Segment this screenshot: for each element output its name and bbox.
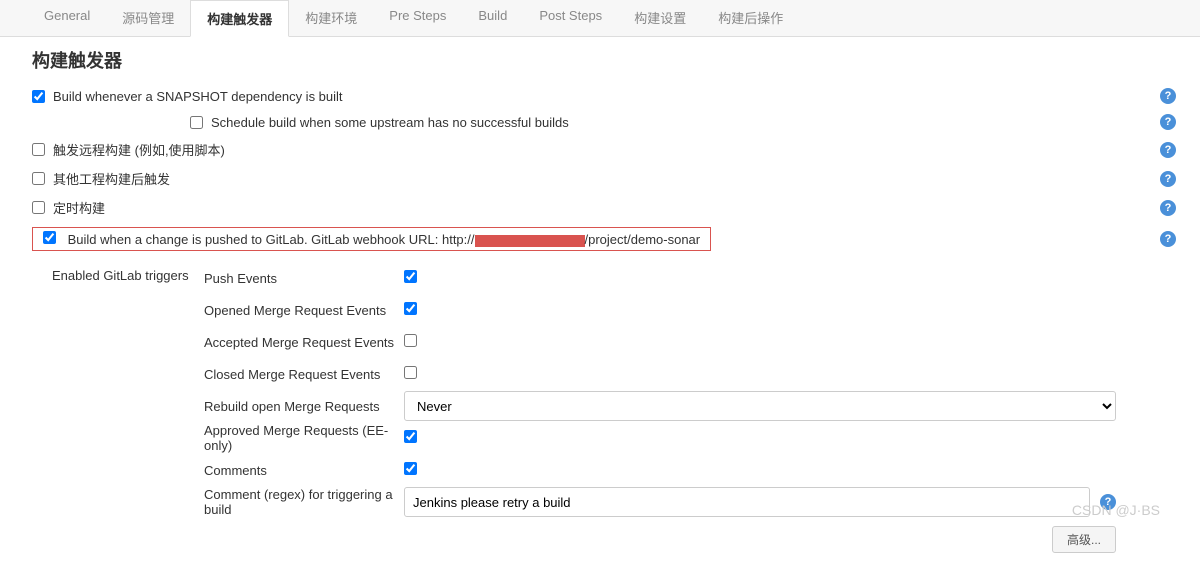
help-icon[interactable]: ?	[1160, 142, 1176, 158]
trigger-accepted-mr-label: Accepted Merge Request Events	[204, 335, 404, 350]
trigger-push: Push Events	[204, 262, 1176, 294]
input-comment-regex[interactable]	[404, 487, 1090, 517]
tab-build-env[interactable]: 构建环境	[289, 0, 373, 36]
tab-post-build[interactable]: 构建后操作	[702, 0, 799, 36]
checkbox-push[interactable]	[404, 270, 417, 283]
checkbox-timer[interactable]	[32, 201, 45, 214]
checkbox-gitlab[interactable]	[43, 231, 56, 244]
trigger-comments: Comments	[204, 454, 1176, 486]
trigger-comment-regex: Comment (regex) for triggering a build ?	[204, 486, 1176, 518]
advanced-row: 高级...	[204, 526, 1176, 553]
row-gitlab: Build when a change is pushed to GitLab.…	[32, 222, 1176, 256]
help-icon[interactable]: ?	[1160, 231, 1176, 247]
tab-build-settings[interactable]: 构建设置	[618, 0, 702, 36]
checkbox-approved-mr[interactable]	[404, 430, 417, 443]
enabled-triggers-section: Enabled GitLab triggers Push Events Open…	[32, 262, 1176, 553]
trigger-comment-regex-label: Comment (regex) for triggering a build	[204, 487, 404, 517]
row-snapshot: Build whenever a SNAPSHOT dependency is …	[32, 83, 1176, 109]
tab-post-steps[interactable]: Post Steps	[523, 0, 618, 36]
advanced-button[interactable]: 高级...	[1052, 526, 1116, 553]
trigger-opened-mr: Opened Merge Request Events	[204, 294, 1176, 326]
label-gitlab-suffix: /project/demo-sonar	[585, 232, 701, 247]
help-icon[interactable]: ?	[1160, 114, 1176, 130]
checkbox-schedule-upstream[interactable]	[190, 116, 203, 129]
checkbox-after[interactable]	[32, 172, 45, 185]
label-snapshot: Build whenever a SNAPSHOT dependency is …	[53, 89, 1160, 104]
trigger-rebuild-mr-label: Rebuild open Merge Requests	[204, 399, 404, 414]
enabled-triggers-label: Enabled GitLab triggers	[52, 262, 204, 553]
checkbox-remote[interactable]	[32, 143, 45, 156]
row-remote: 触发远程构建 (例如,使用脚本) ?	[32, 135, 1176, 164]
tab-general[interactable]: General	[28, 0, 106, 36]
checkbox-accepted-mr[interactable]	[404, 334, 417, 347]
select-rebuild-mr[interactable]: Never	[404, 391, 1116, 421]
checkbox-comments[interactable]	[404, 462, 417, 475]
label-gitlab-prefix: Build when a change is pushed to GitLab.…	[68, 232, 475, 247]
tab-scm[interactable]: 源码管理	[106, 0, 190, 36]
label-after: 其他工程构建后触发	[53, 169, 1160, 188]
trigger-push-label: Push Events	[204, 271, 404, 286]
config-tabs: General 源码管理 构建触发器 构建环境 Pre Steps Build …	[0, 0, 1200, 37]
gitlab-highlight: Build when a change is pushed to GitLab.…	[32, 227, 711, 251]
help-icon[interactable]: ?	[1160, 200, 1176, 216]
section-title: 构建触发器	[32, 47, 1176, 73]
row-after: 其他工程构建后触发 ?	[32, 164, 1176, 193]
row-schedule-upstream: Schedule build when some upstream has no…	[32, 109, 1176, 135]
trigger-accepted-mr: Accepted Merge Request Events	[204, 326, 1176, 358]
help-icon[interactable]: ?	[1100, 494, 1116, 510]
help-icon[interactable]: ?	[1160, 171, 1176, 187]
trigger-rebuild-mr: Rebuild open Merge Requests Never	[204, 390, 1176, 422]
help-icon[interactable]: ?	[1160, 88, 1176, 104]
row-timer: 定时构建 ?	[32, 193, 1176, 222]
redacted-url	[475, 235, 585, 247]
trigger-closed-mr: Closed Merge Request Events	[204, 358, 1176, 390]
label-schedule-upstream: Schedule build when some upstream has no…	[211, 115, 1160, 130]
trigger-opened-mr-label: Opened Merge Request Events	[204, 303, 404, 318]
trigger-closed-mr-label: Closed Merge Request Events	[204, 367, 404, 382]
label-remote: 触发远程构建 (例如,使用脚本)	[53, 140, 1160, 159]
tab-build[interactable]: Build	[462, 0, 523, 36]
label-timer: 定时构建	[53, 198, 1160, 217]
trigger-approved-mr-label: Approved Merge Requests (EE-only)	[204, 423, 404, 453]
checkbox-snapshot[interactable]	[32, 90, 45, 103]
checkbox-closed-mr[interactable]	[404, 366, 417, 379]
tab-pre-steps[interactable]: Pre Steps	[373, 0, 462, 36]
tab-triggers[interactable]: 构建触发器	[190, 0, 289, 37]
trigger-comments-label: Comments	[204, 463, 404, 478]
checkbox-opened-mr[interactable]	[404, 302, 417, 315]
trigger-approved-mr: Approved Merge Requests (EE-only)	[204, 422, 1176, 454]
